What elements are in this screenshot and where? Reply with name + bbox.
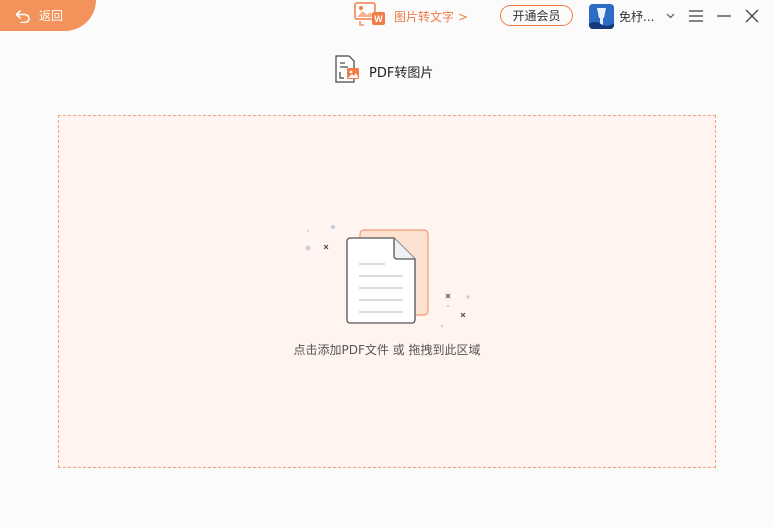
username: 免杼...: [619, 9, 655, 24]
back-arrow-icon: [15, 9, 31, 23]
open-vip-button[interactable]: 开通会员: [500, 5, 573, 26]
file-drop-zone[interactable]: 点击添加PDF文件 或 拖拽到此区域: [58, 115, 716, 468]
pdf-to-image-icon: [335, 55, 361, 87]
back-button[interactable]: 返回: [0, 0, 96, 31]
user-menu[interactable]: 免杼...: [589, 3, 675, 29]
tool-title-label: PDF转图片: [369, 65, 434, 81]
svg-text:W: W: [374, 14, 383, 24]
image-to-text-label: 图片转文字 >: [394, 9, 468, 24]
image-to-text-link[interactable]: W 图片转文字 >: [354, 1, 468, 31]
avatar: [589, 3, 614, 29]
back-label: 返回: [39, 9, 64, 23]
menu-icon[interactable]: [688, 8, 704, 24]
chevron-down-icon: [666, 13, 675, 19]
document-illustration: [299, 216, 479, 334]
tool-title: PDF转图片: [335, 55, 434, 87]
image-to-text-icon: W: [354, 1, 388, 31]
drop-hint: 点击添加PDF文件 或 拖拽到此区域: [293, 343, 481, 357]
minimize-icon[interactable]: [716, 8, 732, 24]
close-icon[interactable]: [744, 8, 760, 24]
